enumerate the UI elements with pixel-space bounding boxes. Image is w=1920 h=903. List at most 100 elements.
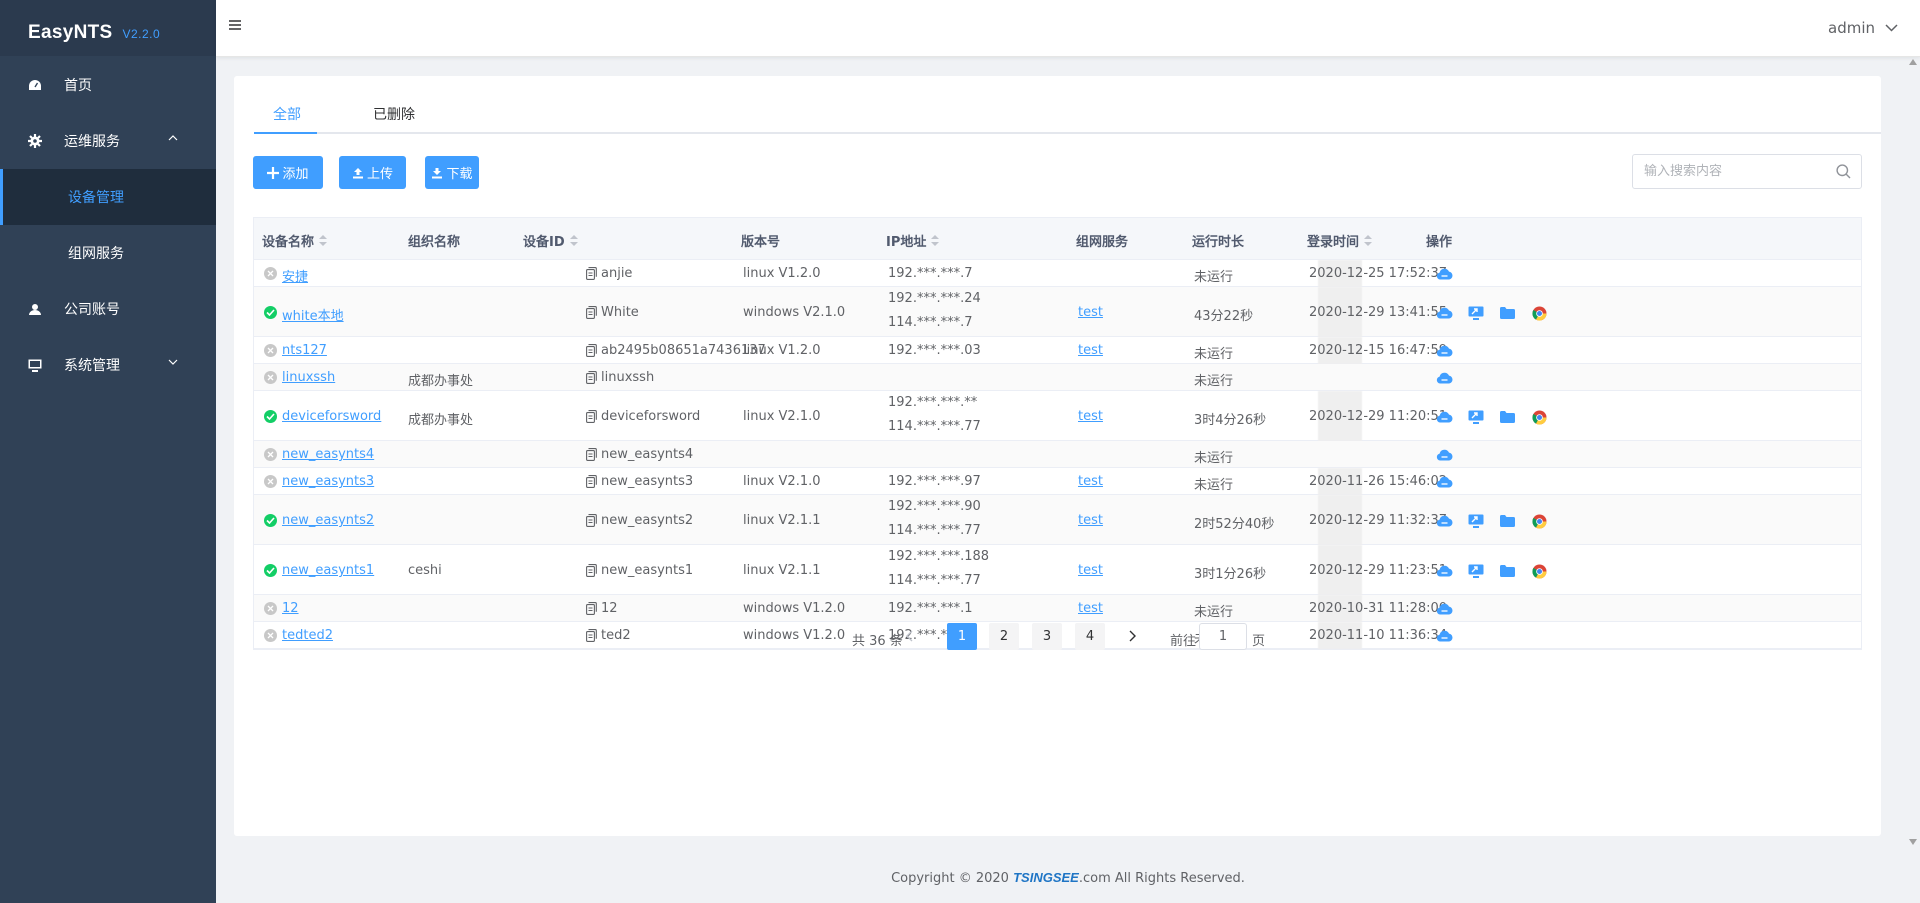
header-network-service: 组网服务 <box>1076 231 1128 250</box>
page-3-button[interactable]: 3 <box>1032 623 1062 650</box>
header-device-id[interactable]: 设备ID <box>523 231 578 250</box>
copy-icon[interactable] <box>586 344 597 361</box>
uptime-text: 2时52分40秒 <box>1194 517 1275 532</box>
header-login-time[interactable]: 登录时间 <box>1307 231 1373 250</box>
header-label: 操作 <box>1426 235 1453 250</box>
sort-icon[interactable] <box>319 234 328 247</box>
download-button[interactable]: 下载 <box>425 156 479 189</box>
cloud-icon[interactable] <box>1436 473 1468 491</box>
version-text: windows V1.2.0 <box>743 601 846 616</box>
device-name-link[interactable]: new_easynts4 <box>282 447 374 462</box>
search-input[interactable] <box>1633 155 1823 188</box>
network-service-link[interactable]: test <box>1078 343 1103 358</box>
sidebar-item-network-service[interactable]: 组网服务 <box>0 225 216 281</box>
uptime-text: 未运行 <box>1194 374 1234 389</box>
network-service-link[interactable]: test <box>1078 305 1103 320</box>
copy-icon[interactable] <box>586 475 597 492</box>
dashboard-icon <box>28 78 42 92</box>
remote-desktop-icon[interactable] <box>1468 408 1500 426</box>
header-ip[interactable]: IP地址 <box>886 231 940 250</box>
cloud-icon[interactable] <box>1436 600 1468 618</box>
folder-icon[interactable] <box>1500 562 1532 580</box>
tab-all[interactable]: 全部 <box>273 104 301 134</box>
copy-icon[interactable] <box>586 410 597 427</box>
folder-icon[interactable] <box>1500 408 1532 426</box>
cloud-icon[interactable] <box>1436 342 1468 360</box>
copy-icon[interactable] <box>586 371 597 388</box>
sidebar-item-home[interactable]: 首页 <box>0 56 216 113</box>
cloud-icon[interactable] <box>1436 265 1468 283</box>
org-name: ceshi <box>408 563 442 578</box>
scroll-up-icon[interactable] <box>1909 59 1917 65</box>
sort-icon[interactable] <box>1364 234 1373 247</box>
device-name-link[interactable]: linuxssh <box>282 370 335 385</box>
folder-icon[interactable] <box>1500 512 1532 530</box>
cloud-icon[interactable] <box>1436 408 1468 426</box>
cloud-icon[interactable] <box>1436 512 1468 530</box>
submenu-ops: 设备管理 组网服务 <box>0 169 216 281</box>
remote-desktop-icon[interactable] <box>1468 304 1500 322</box>
header-actions: 操作 <box>1426 231 1452 250</box>
page-2-button[interactable]: 2 <box>989 623 1019 650</box>
network-service-link[interactable]: test <box>1078 601 1103 616</box>
chrome-icon[interactable] <box>1532 562 1564 580</box>
device-name-link[interactable]: new_easynts2 <box>282 513 374 528</box>
sort-icon[interactable] <box>931 234 940 247</box>
plus-icon <box>267 166 280 179</box>
copy-icon[interactable] <box>586 514 597 531</box>
device-name-link[interactable]: deviceforsword <box>282 409 381 424</box>
scroll-down-icon[interactable] <box>1909 839 1917 845</box>
device-name-link[interactable]: nts127 <box>282 343 327 358</box>
device-name-link[interactable]: new_easynts1 <box>282 563 374 578</box>
network-service-link[interactable]: test <box>1078 513 1103 528</box>
hamburger-icon[interactable] <box>229 20 241 30</box>
network-service-link[interactable]: test <box>1078 409 1103 424</box>
cloud-icon[interactable] <box>1436 562 1468 580</box>
scrollbar[interactable] <box>1906 57 1920 847</box>
device-name-link[interactable]: 安捷 <box>282 266 308 285</box>
login-time: 2020-12-25 17:52:37 <box>1309 266 1448 281</box>
device-id: 12 <box>601 601 618 616</box>
chevron-left-icon[interactable] <box>906 630 914 642</box>
sidebar-item-company-account[interactable]: 公司账号 <box>0 281 216 337</box>
chevron-down-icon <box>1885 24 1898 32</box>
chrome-icon[interactable] <box>1532 512 1564 530</box>
copy-icon[interactable] <box>586 602 597 619</box>
cloud-icon[interactable] <box>1436 446 1468 464</box>
ip-address: 192.***.***.90 <box>888 499 981 514</box>
copy-icon[interactable] <box>586 448 597 465</box>
network-service-link[interactable]: test <box>1078 563 1103 578</box>
device-name-link[interactable]: new_easynts3 <box>282 474 374 489</box>
cloud-icon[interactable] <box>1436 304 1468 322</box>
ip-address: 192.***.***.188 <box>888 549 990 564</box>
remote-desktop-icon[interactable] <box>1468 512 1500 530</box>
copy-icon[interactable] <box>586 267 597 284</box>
add-button[interactable]: 添加 <box>253 156 323 189</box>
folder-icon[interactable] <box>1500 304 1532 322</box>
chrome-icon[interactable] <box>1532 304 1564 322</box>
tab-deleted[interactable]: 已删除 <box>373 104 415 134</box>
search-icon[interactable] <box>1836 164 1851 179</box>
cloud-icon[interactable] <box>1436 369 1468 387</box>
chevron-right-icon[interactable] <box>1128 630 1136 642</box>
copy-icon[interactable] <box>586 306 597 323</box>
sort-icon[interactable] <box>569 234 578 247</box>
user-menu[interactable]: admin <box>1828 19 1898 37</box>
copy-icon[interactable] <box>586 564 597 581</box>
sidebar-item-label: 公司账号 <box>64 302 120 318</box>
remote-desktop-icon[interactable] <box>1468 562 1500 580</box>
chrome-icon[interactable] <box>1532 408 1564 426</box>
network-service-link[interactable]: test <box>1078 474 1103 489</box>
device-name-link[interactable]: 12 <box>282 601 299 616</box>
sidebar-item-system-management[interactable]: 系统管理 <box>0 337 216 393</box>
header-device-name[interactable]: 设备名称 <box>262 231 328 250</box>
page-4-button[interactable]: 4 <box>1075 623 1105 650</box>
goto-page-input[interactable] <box>1199 623 1247 650</box>
device-name-link[interactable]: white本地 <box>282 305 344 324</box>
login-time: 2020-12-29 11:32:37 <box>1309 513 1448 528</box>
sidebar-item-ops[interactable]: 运维服务 <box>0 113 216 169</box>
upload-button[interactable]: 上传 <box>339 156 406 189</box>
chevron-up-icon <box>168 135 178 141</box>
sidebar-item-device-management[interactable]: 设备管理 <box>0 169 216 225</box>
page-1-button[interactable]: 1 <box>947 623 977 650</box>
